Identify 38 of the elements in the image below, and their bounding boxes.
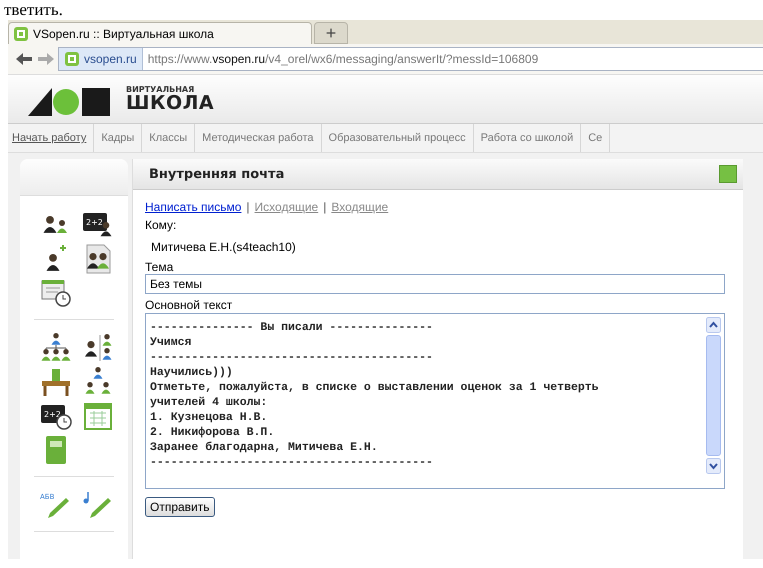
subject-field[interactable]: Без темы bbox=[145, 274, 725, 294]
panel-title: Внутренняя почта bbox=[149, 166, 284, 182]
site-identity-badge[interactable]: vsopen.ru bbox=[59, 48, 143, 70]
menu-item[interactable]: Начать работу bbox=[8, 124, 94, 152]
browser-tab[interactable]: VSopen.ru :: Виртуальная школа bbox=[8, 22, 312, 44]
logo-text: ВИРТУАЛЬНАЯ bbox=[126, 86, 196, 94]
music-note-pencil-icon[interactable] bbox=[82, 490, 114, 520]
link-separator: | bbox=[323, 200, 326, 214]
scroll-thumb[interactable] bbox=[706, 335, 721, 456]
menu-item[interactable]: Се bbox=[581, 124, 610, 152]
field-label: Тема bbox=[145, 260, 174, 274]
hierarchy-icon[interactable] bbox=[40, 333, 72, 363]
field-label: Основной текст bbox=[145, 298, 234, 312]
address-bar[interactable]: vsopen.ru https://www.vsopen.ru/v4_orel/wx6/messaging/answerIt/?messId=106809 bbox=[58, 47, 763, 71]
menu-item[interactable]: Методическая работа bbox=[195, 124, 322, 152]
recipient-text: Митичева Е.Н.(s4teach10) bbox=[151, 240, 297, 254]
link-separator: | bbox=[246, 200, 250, 214]
url-text: https://www.vsopen.ru/v4_orel/wx6/messaging/answerIt/?messId=106809 bbox=[146, 52, 538, 66]
tab-title: VSopen.ru :: Виртуальная школа bbox=[33, 26, 214, 40]
status-square-icon bbox=[719, 165, 737, 183]
mail-link[interactable]: Входящие bbox=[331, 200, 388, 214]
menu-item[interactable]: Кадры bbox=[94, 124, 142, 152]
menu-item[interactable]: Работа со школой bbox=[474, 124, 582, 152]
field-label: Кому: bbox=[145, 218, 178, 232]
desk-icon[interactable] bbox=[40, 367, 72, 397]
menu-item[interactable]: Классы bbox=[142, 124, 196, 152]
person-list-icon[interactable] bbox=[82, 333, 114, 363]
menu-item[interactable]: Образовательный процесс bbox=[322, 124, 474, 152]
logo-text: ШКОЛА bbox=[126, 94, 214, 112]
send-button[interactable]: Отправить bbox=[145, 497, 215, 517]
message-text-area[interactable] bbox=[145, 313, 725, 489]
document-text: тветить. bbox=[4, 0, 63, 19]
new-tab-button[interactable]: + bbox=[314, 22, 348, 44]
mail-link[interactable]: Написать письмо bbox=[145, 200, 242, 214]
mail-link[interactable]: Исходящие bbox=[254, 200, 318, 214]
back-arrow-icon[interactable] bbox=[14, 51, 34, 67]
message-text: --------------- Вы писали --------------- Учимся ----------------------------------------- Научились))) Отметьте, пожалуйста, в списке о выставлении оценок за 1 четверть учителей 4 школы: 1. Кузнецова Н.В. 2. Никифорова В.П. Заранее благодарна, Митичева Е.Н. ----------------------------------------- bbox=[149, 320, 600, 471]
presentation-clock-icon[interactable] bbox=[40, 278, 72, 308]
